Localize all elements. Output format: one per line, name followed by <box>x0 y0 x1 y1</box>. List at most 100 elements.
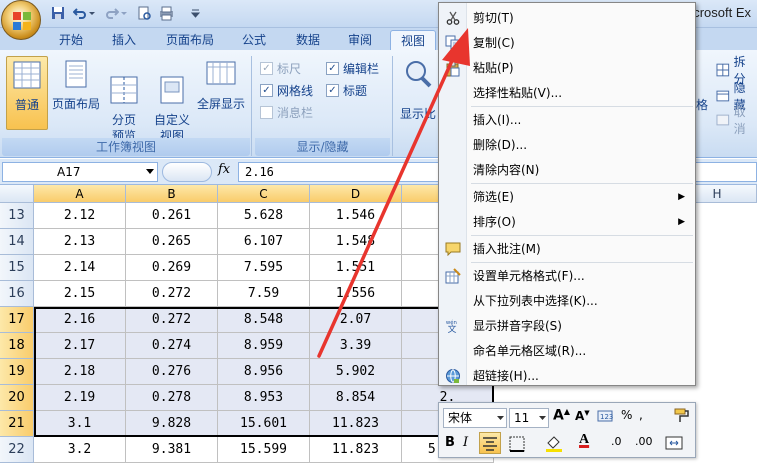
table-cell[interactable]: 0.276 <box>126 359 218 385</box>
office-button[interactable] <box>1 0 41 40</box>
font-dropdown-icon[interactable] <box>497 416 504 421</box>
tab-data[interactable]: 数据 <box>286 30 330 50</box>
column-header-a[interactable]: A <box>34 185 126 203</box>
table-cell[interactable]: 0.274 <box>126 333 218 359</box>
undo-dropdown-icon[interactable] <box>88 5 96 21</box>
zoom-button[interactable]: 显示比 <box>398 56 438 130</box>
row-header[interactable]: 18 <box>0 333 34 359</box>
table-cell[interactable]: 7.59 <box>218 281 310 307</box>
row-header[interactable]: 15 <box>0 255 34 281</box>
table-cell[interactable]: 2.12 <box>34 203 126 229</box>
save-icon[interactable] <box>50 5 66 21</box>
table-cell[interactable]: 11.823 <box>310 437 402 463</box>
menu-item-define-name[interactable]: 命名单元格区域(R)... <box>473 340 691 362</box>
table-cell[interactable]: 0.269 <box>126 255 218 281</box>
table-cell[interactable]: 8.956 <box>218 359 310 385</box>
hide-window-button[interactable]: 隐藏 <box>716 81 757 112</box>
ruler-checkbox[interactable]: ✓ 标尺 <box>260 60 301 76</box>
menu-item-copy[interactable]: 复制(C) <box>473 32 691 54</box>
tab-home[interactable]: 开始 <box>50 30 92 50</box>
split-button[interactable]: 拆分 <box>716 55 757 86</box>
table-cell[interactable]: 8.959 <box>218 333 310 359</box>
name-box[interactable]: A17 <box>2 162 158 182</box>
table-cell[interactable]: 0.265 <box>126 229 218 255</box>
normal-view-button[interactable]: 普通 <box>6 56 48 130</box>
center-align-button[interactable] <box>479 432 501 454</box>
table-cell[interactable]: 8.953 <box>218 385 310 411</box>
table-cell[interactable]: 11.823 <box>310 411 402 437</box>
tab-insert[interactable]: 插入 <box>100 30 148 50</box>
table-cell[interactable]: 1.556 <box>310 281 402 307</box>
table-cell[interactable]: 8.854 <box>310 385 402 411</box>
table-cell[interactable]: 2.17 <box>34 333 126 359</box>
row-header[interactable]: 17 <box>0 307 34 333</box>
table-cell[interactable]: 5.902 <box>310 359 402 385</box>
custom-views-button[interactable]: 自定义 视图 <box>150 56 194 143</box>
menu-item-cut[interactable]: 剪切(T) <box>473 7 691 29</box>
row-header[interactable]: 21 <box>0 411 34 437</box>
gridlines-checkbox[interactable]: ✓ 网格线 <box>260 82 313 98</box>
formula-bar-checkbox[interactable]: ✓ 编辑栏 <box>326 60 379 76</box>
table-cell[interactable]: 0.278 <box>126 385 218 411</box>
redo-dropdown-icon[interactable] <box>120 5 128 21</box>
table-cell[interactable]: 1.551 <box>310 255 402 281</box>
menu-item-insert[interactable]: 插入(I)... <box>473 109 691 131</box>
menu-item-delete[interactable]: 删除(D)... <box>473 134 691 156</box>
table-cell[interactable]: 3.2 <box>34 437 126 463</box>
page-break-preview-button[interactable]: 分页 预览 <box>104 56 144 143</box>
number-format-icon[interactable]: 123 <box>597 408 615 424</box>
page-layout-view-button[interactable]: 页面布局 <box>50 56 102 130</box>
row-header[interactable]: 22 <box>0 437 34 463</box>
table-cell[interactable]: 9.381 <box>126 437 218 463</box>
table-cell[interactable]: 2.13 <box>34 229 126 255</box>
table-cell[interactable]: 0.261 <box>126 203 218 229</box>
borders-icon[interactable] <box>509 436 525 452</box>
row-header[interactable]: 20 <box>0 385 34 411</box>
unhide-window-button[interactable]: 取消 <box>716 105 757 136</box>
table-cell[interactable]: 3.1 <box>34 411 126 437</box>
size-dropdown-icon[interactable] <box>539 416 546 421</box>
tab-formulas[interactable]: 公式 <box>232 30 276 50</box>
menu-item-sort[interactable]: 排序(O) ▶ <box>473 211 691 233</box>
fill-color-icon[interactable] <box>545 434 563 452</box>
merge-center-icon[interactable] <box>665 434 683 452</box>
table-cell[interactable]: 6.107 <box>218 229 310 255</box>
table-cell[interactable]: 0.272 <box>126 281 218 307</box>
undo-icon[interactable] <box>72 5 88 21</box>
full-screen-button[interactable]: 全屏显示 <box>196 56 246 130</box>
table-cell[interactable]: 3.39 <box>310 333 402 359</box>
row-header[interactable]: 16 <box>0 281 34 307</box>
insert-function-icon[interactable]: fx <box>218 162 230 177</box>
tab-page-layout[interactable]: 页面布局 <box>155 30 225 50</box>
column-header-d[interactable]: D <box>310 185 402 203</box>
table-cell[interactable]: 2.07 <box>310 307 402 333</box>
message-bar-checkbox[interactable]: 消息栏 <box>260 104 313 120</box>
menu-item-pick-from-list[interactable]: 从下拉列表中选择(K)... <box>473 290 691 312</box>
print-icon[interactable] <box>158 5 174 21</box>
table-cell[interactable]: 5.628 <box>218 203 310 229</box>
comma-style-icon[interactable]: , <box>639 408 643 422</box>
tab-view[interactable]: 视图 <box>390 30 436 50</box>
table-cell[interactable]: 0.272 <box>126 307 218 333</box>
grow-font-icon[interactable]: A▲ <box>553 407 570 424</box>
format-painter-icon[interactable] <box>673 407 691 425</box>
table-cell[interactable]: 2.18 <box>34 359 126 385</box>
table-cell[interactable]: 2.16 <box>34 307 126 333</box>
formula-cancel-area[interactable] <box>162 162 212 182</box>
table-cell[interactable]: 2.15 <box>34 281 126 307</box>
menu-item-show-phonetic[interactable]: 显示拼音字段(S) <box>473 315 691 337</box>
italic-icon[interactable]: I <box>463 435 468 450</box>
print-preview-icon[interactable] <box>136 5 152 21</box>
row-header[interactable]: 14 <box>0 229 34 255</box>
menu-item-hyperlink[interactable]: 超链接(H)... <box>473 365 691 387</box>
column-header-b[interactable]: B <box>126 185 218 203</box>
customize-qat-icon[interactable] <box>190 5 200 21</box>
percent-icon[interactable]: % <box>621 408 632 422</box>
select-all-corner[interactable] <box>0 185 34 203</box>
table-cell[interactable]: 7.595 <box>218 255 310 281</box>
table-cell[interactable]: 1.546 <box>310 203 402 229</box>
menu-item-insert-comment[interactable]: 插入批注(M) <box>473 238 691 260</box>
table-cell[interactable]: 8.548 <box>218 307 310 333</box>
menu-item-paste-special[interactable]: 选择性粘贴(V)... <box>473 82 691 104</box>
table-cell[interactable]: 15.599 <box>218 437 310 463</box>
